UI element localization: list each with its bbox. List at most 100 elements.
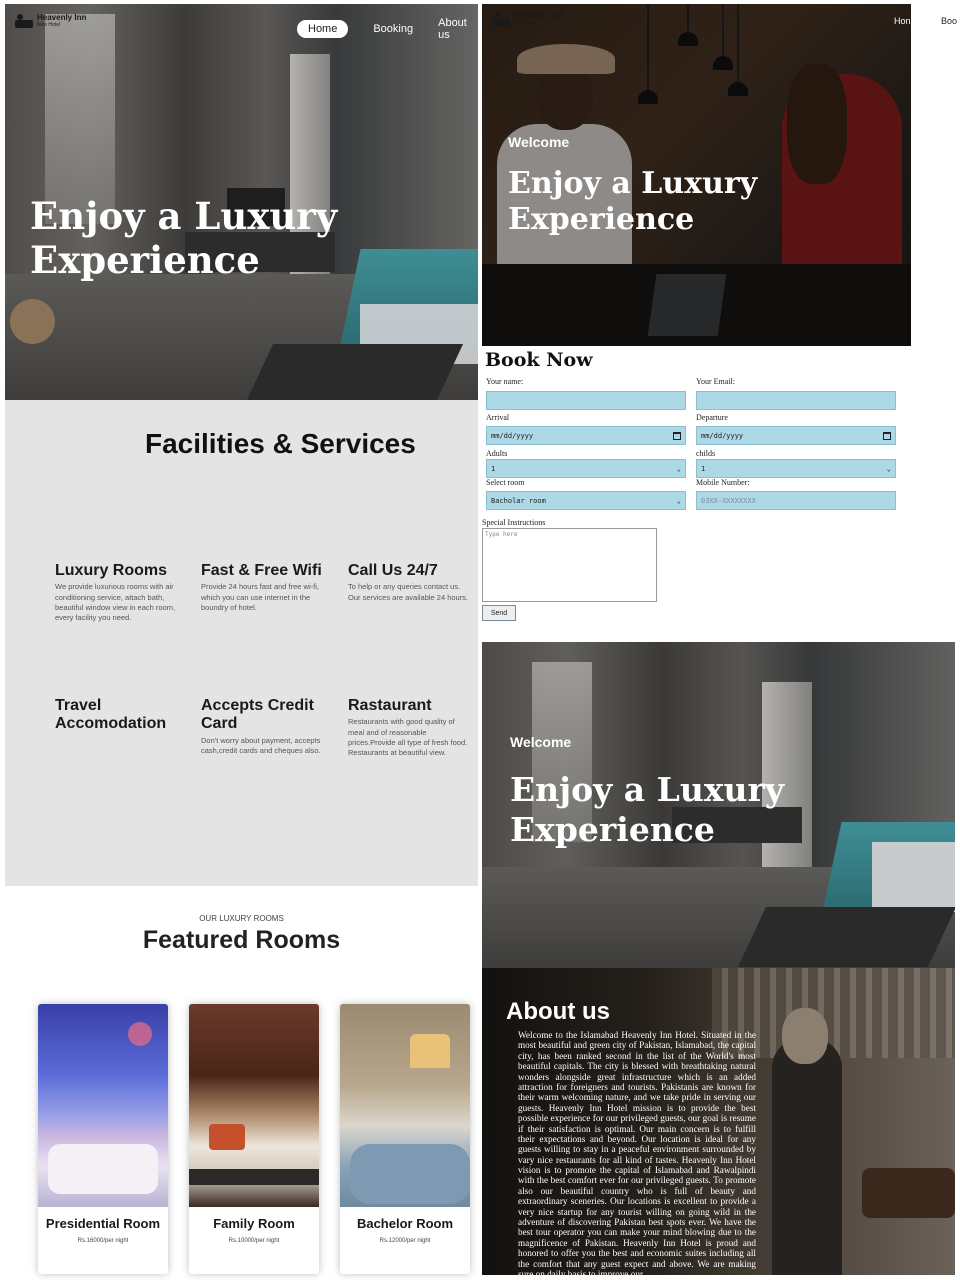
room-image xyxy=(38,1004,168,1207)
facility-title: Rastaurant xyxy=(348,697,432,714)
adults-select[interactable]: 1 ⌄ xyxy=(486,459,686,478)
mobile-placeholder: 03XX-XXXXXXXX xyxy=(701,496,756,505)
room-image xyxy=(340,1004,470,1207)
featured-eyebrow: OUR LUXURY ROOMS xyxy=(199,914,284,923)
dropdown-caret-icon: ⌄ xyxy=(886,464,891,473)
hero-title-line2: Experience xyxy=(508,202,695,237)
email-input[interactable] xyxy=(696,391,896,410)
room-card-bachelor[interactable]: Bachelor Room Rs.12000/per night xyxy=(340,1004,470,1274)
main-nav-clipped: Hon Boo xyxy=(888,10,960,32)
brand-tagline: Nice Hotel xyxy=(37,21,61,28)
hero-section-left: Heavenly Inn Nice Hotel Home Booking Abo… xyxy=(5,4,478,400)
hero-bg-stool xyxy=(10,299,55,344)
hero-welcome: Welcome xyxy=(508,134,570,150)
facility-text: Provide 24 hours fast and free wi-fi, wh… xyxy=(201,582,319,612)
dropdown-caret-icon: ⌄ xyxy=(676,496,681,505)
adults-label: Adults xyxy=(486,449,508,458)
featured-title: Featured Rooms xyxy=(142,926,341,954)
hero-bg-window xyxy=(45,14,115,224)
featured-rooms-section: OUR LUXURY ROOMS Featured Rooms Presiden… xyxy=(5,886,478,1280)
hero-title-line1: Enjoy a Luxury xyxy=(508,166,758,201)
brand-tagline: Nice Hotel xyxy=(514,19,538,26)
facility-text: Restaurants with good quality of meal an… xyxy=(348,717,468,757)
facility-title: Accepts Credit Card xyxy=(201,697,314,733)
facility-credit-card: Accepts Credit Card Don't worry about pa… xyxy=(201,697,323,756)
facility-title: Fast & Free Wifi xyxy=(201,562,322,579)
hero-title: Enjoy a Luxury Experience xyxy=(510,770,784,849)
email-label: Your Email: xyxy=(696,377,735,386)
hero-title: Enjoy a Luxury Experience xyxy=(30,194,337,283)
nav-booking[interactable]: Booking xyxy=(362,20,424,38)
nav-booking[interactable]: Boo xyxy=(941,16,957,26)
hero-title-line1: Enjoy a Luxury xyxy=(30,194,338,238)
nav-home[interactable]: Home xyxy=(297,20,349,38)
hero-title: Enjoy a Luxury Experience xyxy=(508,166,757,238)
facility-text: Don't worry about payment, accepts cash,… xyxy=(201,735,321,755)
room-image xyxy=(189,1004,319,1207)
send-button[interactable]: Send xyxy=(482,605,516,621)
facility-call-us: Call Us 24/7 To help or any queries cont… xyxy=(348,562,470,603)
dropdown-caret-icon: ⌄ xyxy=(676,464,681,473)
childs-select[interactable]: 1 ⌄ xyxy=(696,459,896,478)
hero-title-line1: Enjoy a Luxury xyxy=(510,770,785,809)
hero-section-right: Heavenly Inn Nice Hotel Welcome Enjoy a … xyxy=(482,4,911,346)
adults-value: 1 xyxy=(491,464,496,473)
booking-form: Book Now Your name: Your Email: Arrival … xyxy=(482,346,960,642)
room-value: Bacholar room xyxy=(491,496,546,505)
facility-luxury-rooms: Luxury Rooms We provide luxurious rooms … xyxy=(55,562,177,623)
room-price: Rs.10000/per night xyxy=(228,1238,280,1244)
facility-title: Travel Accomodation xyxy=(55,697,167,733)
nav-home[interactable]: Hon xyxy=(894,16,911,26)
room-card-family[interactable]: Family Room Rs.10000/per night xyxy=(189,1004,319,1274)
facility-travel: Travel Accomodation xyxy=(55,697,177,736)
facility-title: Call Us 24/7 xyxy=(348,562,438,579)
room-price: Rs.16000/per night xyxy=(77,1238,129,1244)
facilities-section: Facilities & Services Luxury Rooms We pr… xyxy=(5,400,478,886)
departure-date-input[interactable]: mm/dd/yyyy xyxy=(696,426,896,445)
hero-welcome: Welcome xyxy=(510,734,572,750)
childs-value: 1 xyxy=(701,464,706,473)
facility-text: We provide luxurious rooms with air cond… xyxy=(55,582,176,622)
brand-logo[interactable]: Heavenly Inn Nice Hotel xyxy=(15,13,86,29)
facility-wifi: Fast & Free Wifi Provide 24 hours fast a… xyxy=(201,562,323,613)
hero-bg-rug xyxy=(246,344,464,400)
about-text: Welcome to the Islamabad Heavenly Inn Ho… xyxy=(518,1030,756,1275)
instructions-placeholder: Type here xyxy=(485,531,518,538)
hero-bg-bedsheet xyxy=(872,842,955,912)
departure-label: Departure xyxy=(696,413,728,422)
bed-logo-icon xyxy=(15,14,33,29)
room-select[interactable]: Bacholar room ⌄ xyxy=(486,491,686,510)
instructions-label: Special Instructions xyxy=(482,518,546,527)
mobile-label: Mobile Number: xyxy=(696,478,750,487)
room-name: Presidential Room xyxy=(45,1216,161,1231)
arrival-date-input[interactable]: mm/dd/yyyy xyxy=(486,426,686,445)
room-price: Rs.12000/per night xyxy=(379,1238,431,1244)
room-label: Select room xyxy=(486,478,525,487)
facilities-title: Facilities & Services xyxy=(145,428,416,459)
arrival-label: Arrival xyxy=(486,413,510,422)
facility-text: To help or any queries contact us. Our s… xyxy=(348,582,469,602)
main-nav: Home Booking About us xyxy=(297,14,478,44)
arrival-date-value: mm/dd/yyyy xyxy=(491,431,534,440)
instructions-textarea[interactable]: Type here xyxy=(482,528,657,602)
about-title: About us xyxy=(506,998,610,1025)
brand-logo[interactable]: Heavenly Inn Nice Hotel xyxy=(492,11,563,27)
booking-title: Book Now xyxy=(485,349,593,371)
calendar-icon[interactable] xyxy=(883,431,891,440)
childs-label: childs xyxy=(696,449,716,458)
hero-section-repeat: Welcome Enjoy a Luxury Experience xyxy=(482,642,955,968)
departure-date-value: mm/dd/yyyy xyxy=(701,431,744,440)
room-card-presidential[interactable]: Presidential Room Rs.16000/per night xyxy=(38,1004,168,1274)
hero-title-line2: Experience xyxy=(510,809,715,849)
name-label: Your name: xyxy=(486,377,524,386)
mobile-input[interactable]: 03XX-XXXXXXXX xyxy=(696,491,896,510)
facility-title: Luxury Rooms xyxy=(55,562,168,579)
hero-bg-rug xyxy=(738,907,955,967)
calendar-icon[interactable] xyxy=(673,431,681,440)
hero-title-line2: Experience xyxy=(30,238,260,283)
room-name: Family Room xyxy=(213,1216,295,1231)
bed-logo-icon xyxy=(492,12,510,27)
about-section: About us Welcome to the Islamabad Heaven… xyxy=(482,968,955,1275)
nav-about[interactable]: About us xyxy=(438,14,478,44)
name-input[interactable] xyxy=(486,391,686,410)
